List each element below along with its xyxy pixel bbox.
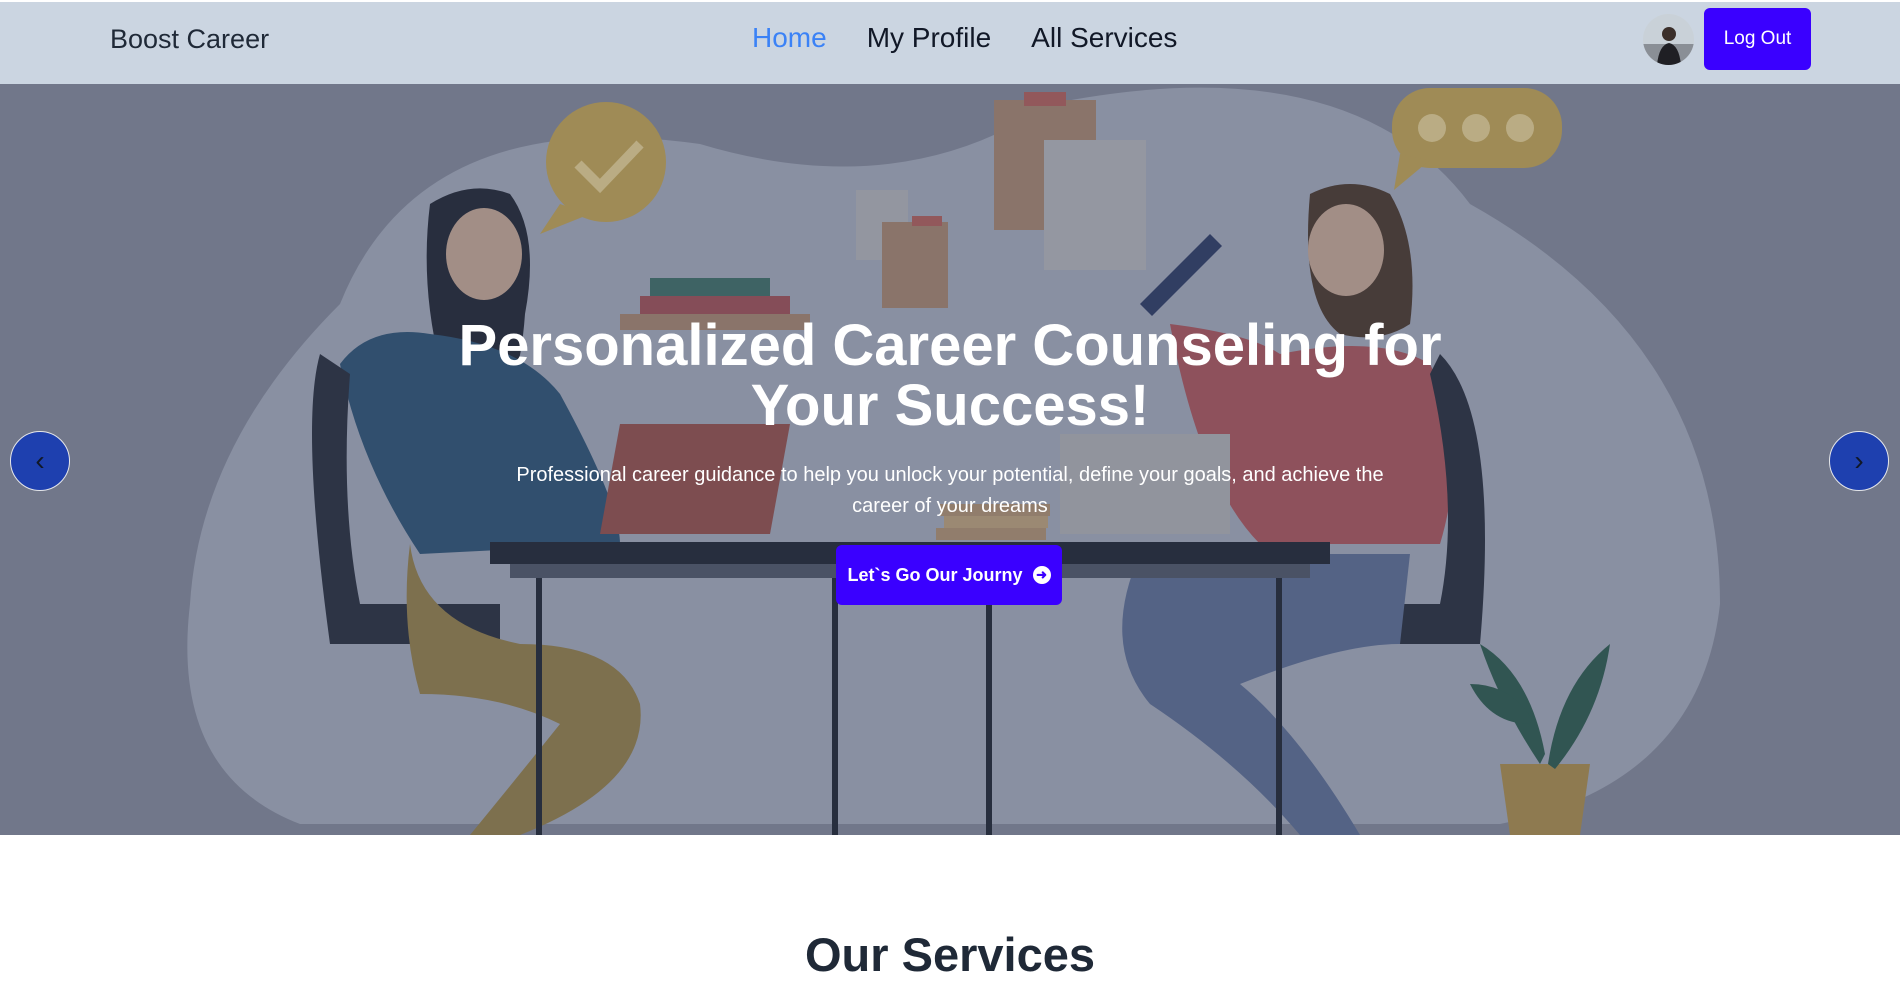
main-nav: Home My Profile All Services	[752, 22, 1177, 54]
start-journey-button[interactable]: Let`s Go Our Journy ➜	[836, 545, 1062, 605]
services-section-title: Our Services	[804, 928, 1095, 981]
chevron-right-icon: ›	[1854, 445, 1864, 476]
hero-carousel: ‹ › Personalized Career Counseling for Y…	[0, 84, 1900, 835]
logout-button[interactable]: Log Out	[1704, 8, 1811, 70]
top-navbar: Boost Career Home My Profile All Service…	[0, 2, 1900, 84]
cta-label: Let`s Go Our Journy	[847, 564, 1023, 585]
brand-logo[interactable]: Boost Career	[110, 24, 269, 55]
hero-title: Personalized Career Counseling for Your …	[458, 313, 1442, 438]
carousel-next-button[interactable]: ›	[1829, 431, 1889, 491]
nav-all-services[interactable]: All Services	[1031, 22, 1177, 54]
arrow-circle-right-icon: ➜	[1032, 566, 1051, 584]
user-avatar[interactable]	[1643, 14, 1694, 65]
nav-home[interactable]: Home	[752, 22, 827, 54]
carousel-prev-button[interactable]: ‹	[10, 431, 70, 491]
avatar-image	[1643, 14, 1694, 65]
hero-subtitle: Professional career guidance to help you…	[516, 464, 1384, 517]
nav-my-profile[interactable]: My Profile	[867, 22, 991, 54]
chevron-left-icon: ‹	[35, 445, 45, 476]
